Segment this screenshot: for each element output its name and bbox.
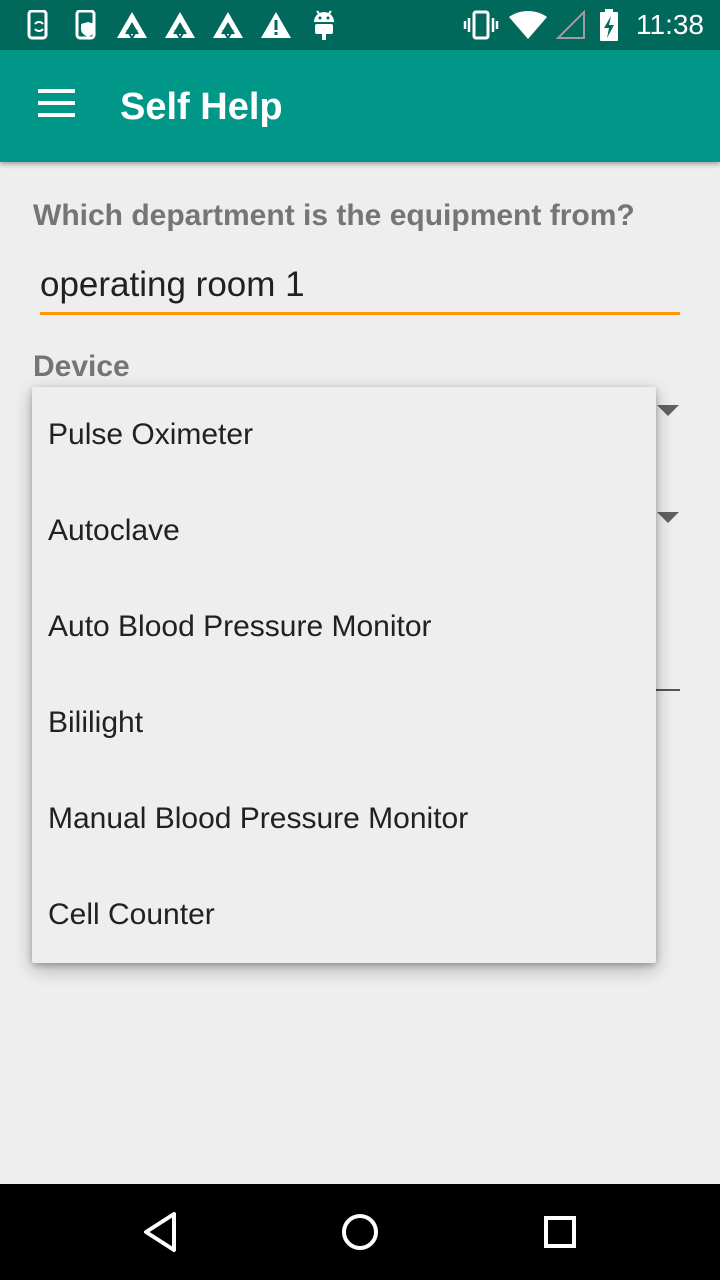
phone-shield-icon — [75, 10, 96, 40]
dropdown-option[interactable]: Autoclave — [32, 483, 656, 579]
dropdown-option[interactable]: Manual Blood Pressure Monitor — [32, 771, 656, 867]
android-icon — [314, 10, 334, 40]
dropdown-option[interactable]: Auto Blood Pressure Monitor — [32, 579, 656, 675]
vibrate-icon — [463, 10, 499, 40]
wifi-icon — [509, 11, 547, 39]
app-bar: Self Help — [0, 50, 720, 162]
dropdown-option[interactable]: Cell Counter — [32, 867, 656, 963]
warning-icon — [261, 12, 291, 38]
department-input[interactable] — [40, 257, 680, 315]
device-spinner-arrow-icon[interactable] — [657, 405, 679, 416]
hamburger-menu-icon[interactable] — [20, 80, 92, 132]
device-dropdown-list: Pulse Oximeter Autoclave Auto Blood Pres… — [32, 387, 656, 963]
dropdown-option[interactable]: Bililight — [32, 675, 656, 771]
page-title: Self Help — [120, 86, 283, 128]
status-bar: 11:38 — [0, 0, 720, 50]
navigation-bar — [0, 1184, 720, 1280]
device-label: Device — [33, 350, 130, 383]
back-icon[interactable] — [128, 1200, 192, 1264]
secondary-spinner-arrow-icon[interactable] — [657, 512, 679, 523]
battery-charging-icon — [600, 9, 618, 41]
home-icon[interactable] — [328, 1200, 392, 1264]
dropdown-option[interactable]: Pulse Oximeter — [32, 387, 656, 483]
recents-icon[interactable] — [528, 1200, 592, 1264]
app-triangle-icon — [117, 12, 147, 39]
app-triangle-icon — [165, 12, 195, 39]
cell-signal-icon — [556, 10, 585, 39]
department-question-label: Which department is the equipment from? — [33, 199, 635, 232]
status-clock: 11:38 — [636, 9, 704, 40]
app-triangle-icon — [213, 12, 243, 39]
phone-sync-icon — [27, 10, 48, 40]
